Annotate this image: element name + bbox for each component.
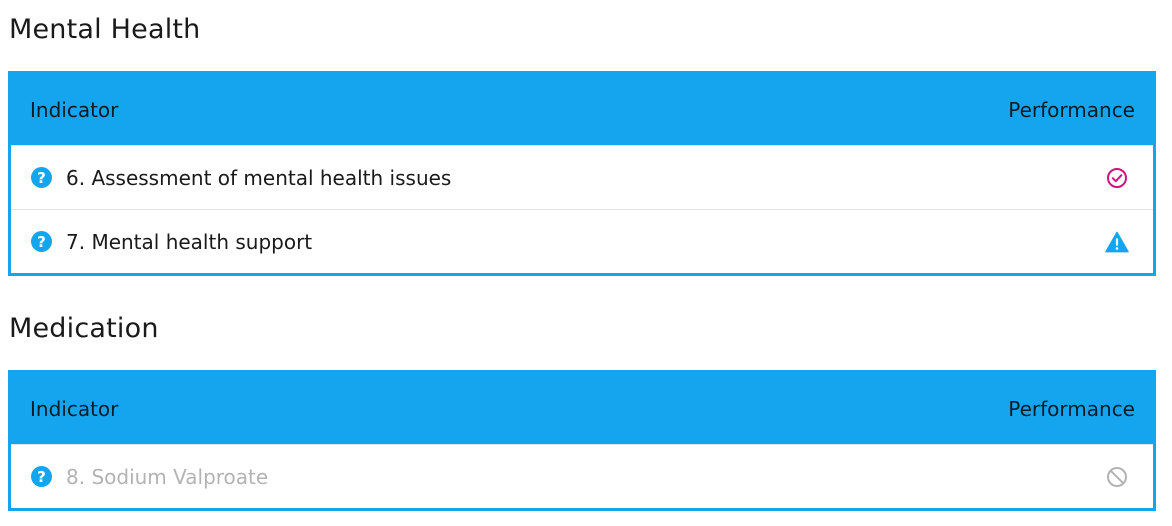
warning-icon: [1105, 230, 1129, 254]
table-header: Indicator Performance: [11, 74, 1153, 145]
mental-health-table: Indicator Performance ? 6. Assessment of…: [8, 71, 1156, 276]
help-icon[interactable]: ?: [31, 231, 52, 252]
header-indicator: Indicator: [30, 396, 119, 421]
table-row[interactable]: ? 7. Mental health support: [11, 209, 1153, 273]
table-row[interactable]: ? 6. Assessment of mental health issues: [11, 145, 1153, 209]
help-icon[interactable]: ?: [31, 466, 52, 487]
header-indicator: Indicator: [30, 97, 119, 122]
header-performance: Performance: [1008, 396, 1135, 421]
table-header: Indicator Performance: [11, 373, 1153, 444]
check-circle-icon: [1105, 166, 1129, 190]
indicator-label[interactable]: 7. Mental health support: [66, 230, 1105, 254]
indicator-label[interactable]: 6. Assessment of mental health issues: [66, 166, 1105, 190]
section-title-medication: Medication: [9, 313, 159, 344]
section-title-mental-health: Mental Health: [9, 14, 201, 45]
medication-table: Indicator Performance ? 8. Sodium Valpro…: [8, 370, 1156, 511]
table-row[interactable]: ? 8. Sodium Valproate: [11, 444, 1153, 508]
not-applicable-icon: [1105, 465, 1129, 489]
indicator-label[interactable]: 8. Sodium Valproate: [66, 465, 1105, 489]
help-icon[interactable]: ?: [31, 167, 52, 188]
header-performance: Performance: [1008, 97, 1135, 122]
